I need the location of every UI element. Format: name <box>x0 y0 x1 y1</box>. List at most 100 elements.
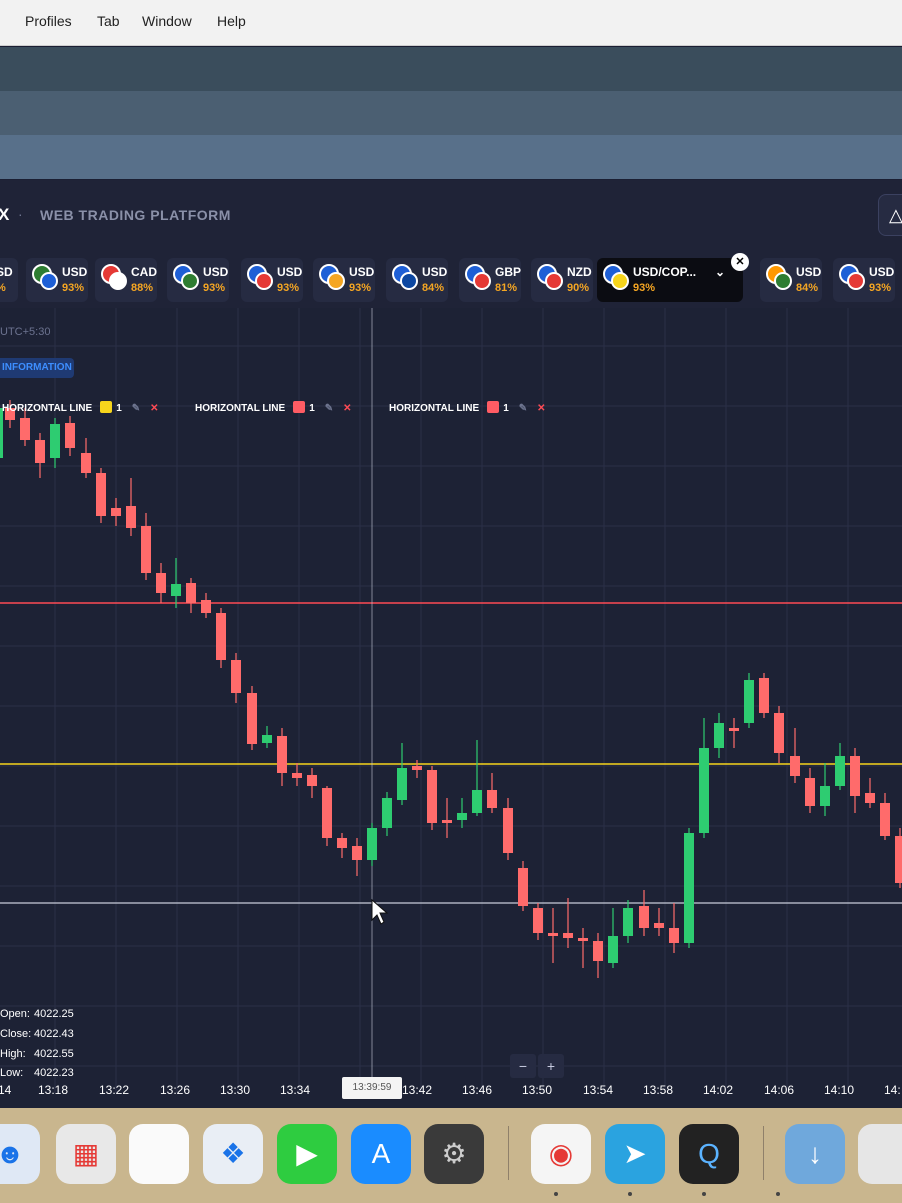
asset-payout: 81% <box>495 282 518 294</box>
candle-body <box>111 508 121 516</box>
header-separator: · <box>18 206 23 222</box>
launchpad-icon[interactable]: ▦ <box>56 1124 116 1184</box>
close-asset-tab-button[interactable]: ✕ <box>731 253 749 271</box>
candle-body <box>895 836 902 883</box>
asset-payout: 93% <box>349 282 372 294</box>
finder-icon[interactable]: ☻ <box>0 1124 40 1184</box>
candle-body <box>774 713 784 753</box>
asset-tab[interactable]: USD 93% <box>241 258 303 302</box>
downloads-folder-icon[interactable]: ↓ <box>785 1124 845 1184</box>
horizontal-line-tag[interactable]: HORIZONTAL LINE 1 ✎ ✕ <box>2 401 159 417</box>
pencil-icon[interactable]: ✎ <box>132 403 140 414</box>
asset-tab[interactable]: USD 93% <box>833 258 895 302</box>
candle-body <box>729 728 739 731</box>
candlestick-chart[interactable] <box>0 308 902 1113</box>
time-axis-label: 14: <box>884 1083 901 1097</box>
candle-body <box>503 808 513 853</box>
flag-icon <box>473 272 491 290</box>
asset-payout: 93% <box>277 282 300 294</box>
candle-body <box>835 756 845 786</box>
candle-body <box>563 933 573 938</box>
candle-body <box>277 736 287 773</box>
dock-divider <box>508 1126 509 1180</box>
system-settings-icon[interactable]: ⚙ <box>424 1124 484 1184</box>
flag-icon <box>400 272 418 290</box>
asset-payout: 93% <box>62 282 85 294</box>
chevron-down-icon[interactable]: ⌄ <box>715 265 725 279</box>
zoom-out-button[interactable]: − <box>510 1054 536 1078</box>
asset-tab[interactable]: USD 84% <box>760 258 822 302</box>
menu-help[interactable]: Help <box>217 13 246 29</box>
asset-tab[interactable]: USD 93% <box>167 258 229 302</box>
asset-tab[interactable]: USD 93% <box>313 258 375 302</box>
candle-body <box>623 908 633 936</box>
time-axis-label: 13:54 <box>583 1083 614 1097</box>
line-width-value: 1 <box>503 403 509 414</box>
menu-window[interactable]: Window <box>142 13 192 29</box>
candle-body <box>216 613 226 660</box>
candle-body <box>397 768 407 800</box>
menu-profiles[interactable]: Profiles <box>25 13 72 29</box>
delete-icon[interactable]: ✕ <box>150 403 158 414</box>
pencil-icon[interactable]: ✎ <box>325 403 333 414</box>
dock-divider <box>763 1126 764 1180</box>
delete-icon[interactable]: ✕ <box>537 403 545 414</box>
flag-icon <box>255 272 273 290</box>
trash-icon[interactable] <box>858 1124 902 1184</box>
pencil-icon[interactable]: ✎ <box>519 403 527 414</box>
header-button[interactable]: △ <box>878 194 902 236</box>
candle-body <box>654 923 664 928</box>
telegram-icon[interactable]: ➤ <box>605 1124 665 1184</box>
flag-icon <box>327 272 345 290</box>
cursor-time-label: 13:39:59 <box>342 1077 402 1099</box>
asset-tab[interactable]: GBP 81% <box>459 258 521 302</box>
time-axis-label: 13:42 <box>402 1083 433 1097</box>
horizontal-line-tag[interactable]: HORIZONTAL LINE 1 ✎ ✕ <box>389 401 546 417</box>
asset-tab[interactable]: USD 93% <box>26 258 88 302</box>
line-color-swatch[interactable] <box>487 401 500 413</box>
candle-body <box>156 573 166 593</box>
flag-icon <box>611 272 629 290</box>
ohlc-open: Open: 4022.25 <box>0 1008 74 1020</box>
flag-icon <box>545 272 563 290</box>
candle-body <box>247 693 257 744</box>
horizontal-line-tag[interactable]: HORIZONTAL LINE 1 ✎ ✕ <box>195 401 352 417</box>
asset-tab[interactable]: USD/COP... 93% ⌄ <box>597 258 743 302</box>
flag-icon <box>40 272 58 290</box>
candle-body <box>487 790 497 808</box>
asset-symbol: USD <box>349 265 375 279</box>
candle-body <box>759 678 769 713</box>
asset-tab[interactable]: NZD 90% <box>531 258 593 302</box>
safari-icon[interactable]: ❖ <box>203 1124 263 1184</box>
chrome-icon[interactable]: ◉ <box>531 1124 591 1184</box>
candle-body <box>201 600 211 613</box>
asset-tab[interactable]: CAD 88% <box>95 258 157 302</box>
zoom-in-button[interactable]: + <box>538 1054 564 1078</box>
candle-body <box>186 583 196 603</box>
delete-icon[interactable]: ✕ <box>343 403 351 414</box>
menu-tab[interactable]: Tab <box>97 13 120 29</box>
time-axis-label: 14:06 <box>764 1083 795 1097</box>
line-color-swatch[interactable] <box>100 401 113 413</box>
candle-body <box>50 424 60 458</box>
facetime-icon[interactable]: ▶ <box>277 1124 337 1184</box>
information-button[interactable]: INFORMATION <box>0 358 74 378</box>
flag-icon <box>847 272 865 290</box>
platform-logo[interactable]: X <box>0 205 9 225</box>
asset-symbol: USD/COP... <box>633 265 697 279</box>
horizontal-line-label: HORIZONTAL LINE <box>2 403 93 414</box>
candle-body <box>518 868 528 906</box>
line-width-value: 1 <box>309 403 315 414</box>
notes-icon[interactable] <box>129 1124 189 1184</box>
asset-payout: 93% <box>203 282 226 294</box>
asset-symbol: CAD <box>131 265 157 279</box>
platform-title: WEB TRADING PLATFORM <box>40 207 231 223</box>
app-store-icon[interactable]: A <box>351 1124 411 1184</box>
candle-body <box>65 423 75 448</box>
candle-body <box>805 778 815 806</box>
line-color-swatch[interactable] <box>293 401 306 413</box>
quicktime-icon[interactable]: Q <box>679 1124 739 1184</box>
asset-tab[interactable]: SD% <box>0 258 18 302</box>
asset-tab[interactable]: USD 84% <box>386 258 448 302</box>
asset-payout: 84% <box>422 282 445 294</box>
